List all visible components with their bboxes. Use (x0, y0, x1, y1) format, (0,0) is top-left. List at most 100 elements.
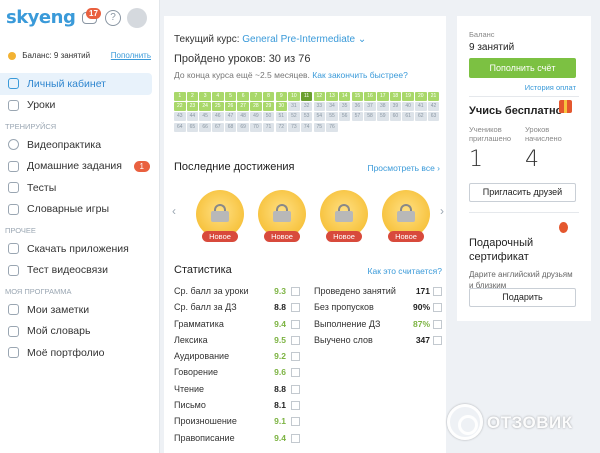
lesson-cell[interactable]: 34 (326, 102, 338, 112)
lesson-cell[interactable]: 49 (250, 112, 262, 122)
achievement-badge[interactable]: Новое (320, 190, 368, 242)
help-icon[interactable]: ? (105, 10, 121, 26)
lesson-cell[interactable]: 38 (377, 102, 389, 112)
lesson-cell[interactable]: 23 (186, 102, 199, 112)
achievement-badge[interactable]: Новое (382, 190, 430, 242)
chart-icon[interactable] (291, 335, 300, 345)
lesson-cell[interactable]: 21 (427, 92, 440, 101)
lesson-cell[interactable]: 60 (389, 112, 402, 122)
lesson-cell[interactable]: 71 (262, 122, 275, 132)
chart-icon[interactable] (433, 319, 442, 329)
sidebar-item-notes[interactable]: Мои заметки (0, 299, 160, 321)
lesson-cell[interactable]: 42 (427, 102, 440, 112)
lesson-cell[interactable]: 36 (351, 102, 364, 112)
stats-how-link[interactable]: Как это считается? (368, 266, 442, 276)
lesson-cell[interactable]: 72 (275, 122, 287, 132)
lesson-cell[interactable]: 11 (300, 92, 313, 101)
lesson-cell[interactable]: 50 (262, 112, 275, 122)
sidebar-item-dashboard[interactable]: Личный кабинет (0, 73, 152, 95)
lesson-cell[interactable]: 19 (402, 92, 414, 101)
lesson-cell[interactable]: 4 (212, 92, 224, 101)
chart-icon[interactable] (433, 287, 442, 296)
course-name-dropdown[interactable]: General Pre-Intermediate ⌄ (242, 34, 366, 45)
lesson-cell[interactable]: 51 (275, 112, 287, 122)
chart-icon[interactable] (433, 335, 442, 345)
lesson-cell[interactable]: 67 (212, 122, 224, 132)
lesson-cell[interactable]: 2 (186, 92, 199, 101)
lesson-cell[interactable]: 70 (250, 122, 262, 132)
avatar[interactable] (127, 8, 147, 28)
lesson-cell[interactable]: 76 (326, 122, 338, 132)
chart-icon[interactable] (291, 417, 300, 427)
sidebar-item-download-apps[interactable]: Скачать приложения (0, 238, 160, 260)
lesson-cell[interactable]: 58 (364, 112, 376, 122)
lesson-cell[interactable]: 37 (364, 102, 376, 112)
achievement-badge[interactable]: Новое (196, 190, 244, 242)
lesson-cell[interactable]: 35 (338, 102, 351, 112)
lesson-cell[interactable]: 15 (351, 92, 364, 101)
lesson-cell[interactable]: 48 (237, 112, 249, 122)
sidebar-item-lessons[interactable]: Уроки (0, 95, 160, 117)
achievement-badge[interactable]: Новое (258, 190, 306, 242)
lesson-cell[interactable]: 56 (338, 112, 351, 122)
lesson-cell[interactable]: 30 (275, 102, 287, 112)
view-all-link[interactable]: Просмотреть все › (367, 163, 440, 173)
skyeng-logo[interactable]: skyeng (6, 7, 76, 28)
chart-icon[interactable] (291, 384, 300, 394)
lesson-cell[interactable]: 68 (224, 122, 237, 132)
lesson-cell[interactable]: 28 (250, 102, 262, 112)
lesson-cell[interactable]: 45 (199, 112, 211, 122)
payment-history-link[interactable]: История оплат (525, 83, 576, 92)
lesson-cell[interactable]: 53 (300, 112, 313, 122)
lesson-cell[interactable]: 9 (275, 92, 287, 101)
lesson-cell[interactable]: 40 (402, 102, 414, 112)
lesson-cell[interactable]: 73 (288, 122, 300, 132)
lesson-cell[interactable]: 18 (389, 92, 402, 101)
lesson-cell[interactable]: 44 (186, 112, 199, 122)
lesson-cell[interactable]: 12 (313, 92, 326, 101)
sidebar-item-video-test[interactable]: Тест видеосвязи (0, 260, 160, 282)
sidebar-item-videopractice[interactable]: Видеопрактика (0, 134, 160, 156)
lesson-cell[interactable]: 63 (427, 112, 440, 122)
sidebar-item-word-games[interactable]: Словарные игры (0, 199, 160, 221)
chart-icon[interactable] (291, 287, 300, 296)
lesson-cell[interactable]: 32 (300, 102, 313, 112)
lesson-cell[interactable]: 52 (288, 112, 300, 122)
lesson-cell[interactable]: 13 (326, 92, 338, 101)
lesson-cell[interactable]: 41 (415, 102, 427, 112)
lesson-cell[interactable]: 7 (250, 92, 262, 101)
lesson-cell[interactable]: 59 (377, 112, 389, 122)
chart-icon[interactable] (291, 303, 300, 313)
sidebar-item-homework[interactable]: Домашние задания 1 (0, 156, 160, 178)
lesson-cell[interactable]: 66 (199, 122, 211, 132)
lesson-cell[interactable]: 46 (212, 112, 224, 122)
lesson-cell[interactable]: 75 (313, 122, 326, 132)
lesson-cell[interactable]: 3 (199, 92, 211, 101)
sidebar-item-portfolio[interactable]: Моё портфолио (0, 342, 160, 364)
lesson-cell[interactable]: 64 (174, 122, 186, 132)
lesson-cell[interactable]: 16 (364, 92, 376, 101)
lesson-cell[interactable]: 61 (402, 112, 414, 122)
lesson-cell[interactable]: 25 (212, 102, 224, 112)
topup-button[interactable]: Пополнить счёт (469, 58, 576, 78)
sidebar-item-tests[interactable]: Тесты (0, 177, 160, 199)
lesson-cell[interactable]: 24 (199, 102, 211, 112)
lesson-cell[interactable]: 26 (224, 102, 237, 112)
lesson-cell[interactable]: 5 (224, 92, 237, 101)
lesson-cell[interactable]: 57 (351, 112, 364, 122)
lesson-cell[interactable]: 8 (262, 92, 275, 101)
lesson-cell[interactable]: 6 (237, 92, 249, 101)
lesson-cell[interactable]: 39 (389, 102, 402, 112)
lesson-cell[interactable]: 10 (288, 92, 300, 101)
chart-icon[interactable] (291, 433, 300, 443)
lesson-cell[interactable]: 74 (300, 122, 313, 132)
lesson-cell[interactable]: 62 (415, 112, 427, 122)
chart-icon[interactable] (433, 303, 442, 313)
gift-button[interactable]: Подарить (469, 288, 576, 307)
lesson-cell[interactable]: 69 (237, 122, 249, 132)
lesson-cell[interactable]: 14 (338, 92, 351, 101)
lesson-cell[interactable]: 22 (174, 102, 186, 112)
lesson-cell[interactable]: 47 (224, 112, 237, 122)
chart-icon[interactable] (291, 368, 300, 378)
lesson-cell[interactable]: 31 (288, 102, 300, 112)
